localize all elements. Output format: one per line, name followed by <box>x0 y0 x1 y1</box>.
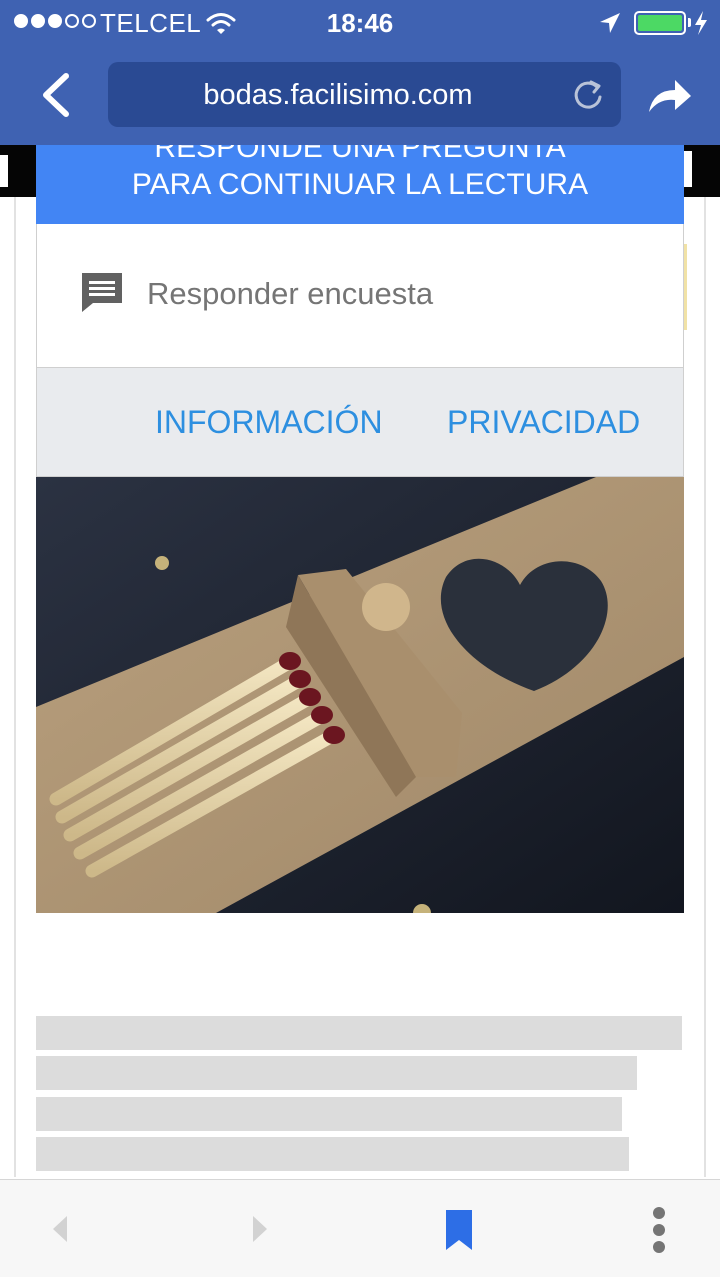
reload-icon[interactable] <box>570 77 606 118</box>
loading-placeholder-line <box>36 1137 629 1171</box>
ad-edge <box>684 244 687 330</box>
more-vertical-icon[interactable] <box>651 1206 667 1259</box>
battery-tip <box>688 18 691 27</box>
comment-icon <box>79 270 125 319</box>
charging-bolt-icon <box>693 11 709 40</box>
status-bar: TELCEL 18:46 <box>0 0 720 48</box>
survey-label: Responder encuesta <box>147 276 434 311</box>
privacy-link[interactable]: PRIVACIDAD <box>447 404 640 441</box>
survey-banner: RESPONDE UNA PREGUNTA PARA CONTINUAR LA … <box>36 145 684 224</box>
survey-button[interactable]: Responder encuesta <box>36 224 684 367</box>
article-image <box>36 477 684 913</box>
bookmark-icon[interactable] <box>444 1208 474 1257</box>
header-fragment <box>0 155 8 187</box>
share-icon[interactable] <box>645 76 695 121</box>
banner-title-line2: PARA CONTINUAR LA LECTURA <box>131 168 589 201</box>
url-text: bodas.facilisimo.com <box>203 79 473 111</box>
back-chevron-icon[interactable] <box>38 72 72 123</box>
loading-placeholder-line <box>36 1016 682 1050</box>
battery-icon <box>634 11 686 35</box>
browser-top-bar: TELCEL 18:46 bodas.facilisimo.com <box>0 0 720 145</box>
header-fragment <box>684 151 692 187</box>
info-link[interactable]: INFORMACIÓN <box>155 404 383 441</box>
loading-placeholder-line <box>36 1097 622 1131</box>
banner-title-line1: RESPONDE UNA PREGUNTA <box>154 145 566 164</box>
loading-placeholder-line <box>36 1056 637 1090</box>
bottom-toolbar <box>0 1179 720 1277</box>
battery-level <box>638 15 682 31</box>
forward-arrow-icon[interactable] <box>250 1214 270 1249</box>
location-arrow-icon <box>598 11 622 40</box>
footer-links: INFORMACIÓN PRIVACIDAD <box>36 367 684 477</box>
back-arrow-icon[interactable] <box>50 1214 70 1249</box>
address-bar[interactable]: bodas.facilisimo.com <box>108 62 621 127</box>
